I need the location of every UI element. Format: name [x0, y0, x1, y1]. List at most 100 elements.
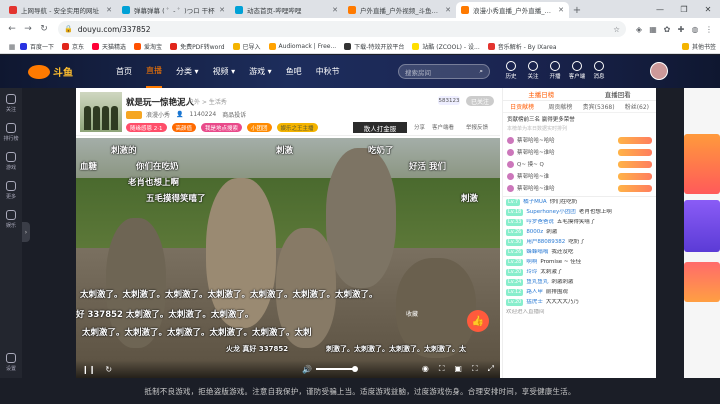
close-icon[interactable]: ✕ — [332, 6, 338, 14]
rank-row[interactable]: Q~ 摸~ Q — [503, 158, 656, 170]
chat-username[interactable]: Superhoney小团团 — [526, 209, 576, 216]
bookmark-item[interactable]: 百度一下 — [20, 42, 54, 51]
room-tag[interactable]: 小团团 — [247, 123, 272, 132]
bookmark-item[interactable]: 音乐解析 - By IXarea — [487, 42, 557, 51]
history-button[interactable]: 历史 — [500, 61, 522, 80]
rank-row[interactable]: 蔡邨哈哈~哈哈 — [503, 134, 656, 146]
broadcast-button[interactable]: 开播 — [544, 61, 566, 80]
thumbs-up-icon[interactable]: 👍 — [467, 310, 489, 332]
bookmark-item[interactable]: 站酷 (ZCOOL) - 设... — [412, 42, 480, 51]
new-tab-button[interactable]: + — [569, 2, 585, 18]
bookmark-star-icon[interactable]: ☆ — [613, 25, 620, 34]
bookmark-item[interactable]: Audiomack | Free... — [268, 43, 336, 50]
fullscreen-icon[interactable]: ⤢ — [488, 364, 494, 374]
bookmark-item[interactable]: 天猫精选 — [92, 42, 126, 51]
message-button[interactable]: 消息 — [588, 61, 610, 80]
browser-tab-active[interactable]: 浪漫小秀直播_户外直播_户外 ✕ — [456, 2, 569, 18]
search-icon[interactable]: ⌕ — [479, 67, 483, 76]
theater-icon[interactable]: ⛶ — [472, 364, 478, 374]
chat-username[interactable]: 哼罗爸爸说 — [526, 219, 554, 226]
extension-icon[interactable]: ▦ — [646, 22, 660, 36]
collect-button[interactable]: 收藏 — [406, 309, 418, 318]
video-player[interactable]: 刺激的 刺激 吃奶了 你们在吃奶 血糖 老肖也想上啊 好活 我们 五毛摸得笑嘻了… — [76, 138, 500, 378]
volume-slider[interactable] — [316, 366, 359, 372]
nav-midautumn[interactable]: 中秋节 — [316, 55, 340, 88]
user-avatar[interactable] — [650, 62, 668, 80]
pause-icon[interactable]: ❙❙ — [82, 365, 95, 374]
chat-username[interactable]: 蜂蜂嗡嗡 — [526, 249, 548, 256]
room-cover[interactable] — [80, 92, 122, 132]
maximize-icon[interactable]: ❐ — [672, 0, 696, 18]
search-input[interactable]: 搜索房间 ⌕ — [398, 64, 490, 79]
promo-banner[interactable] — [684, 134, 720, 194]
bookmark-folder[interactable]: 已导入 — [232, 42, 261, 51]
apps-icon[interactable]: ▦ — [4, 40, 20, 53]
bookmark-item[interactable]: 下载-特效开放平台 — [344, 42, 404, 51]
rank-row[interactable]: 蔡邨哈哈~谁哈 — [503, 182, 656, 194]
url-field[interactable]: 🔒 douyu.com/337852 ☆ — [58, 21, 626, 37]
close-icon[interactable]: ✕ — [558, 6, 564, 14]
volume-icon[interactable]: 🔊 — [302, 365, 312, 374]
anchor-name[interactable]: 浪漫小秀 — [146, 110, 170, 119]
chat-username[interactable]: 啊啊 — [526, 259, 537, 266]
chat-username[interactable]: 路人甲 — [526, 289, 543, 296]
nav-category[interactable]: 分类 ▾ — [176, 55, 199, 88]
tab-week-contrib[interactable]: 周贡献榜 — [541, 102, 579, 111]
game-promo-button[interactable]: 散人打金服 — [353, 122, 407, 133]
browser-tab[interactable]: 弹幕弹幕 ( ゜- ゜)つロ 干杯 ✕ — [117, 2, 230, 18]
tab-replay[interactable]: 直播回看 — [580, 89, 657, 99]
refresh-icon[interactable]: ↻ — [105, 365, 112, 374]
room-tag[interactable]: 随缘感恩 2·1 — [126, 123, 167, 132]
close-icon[interactable]: ✕ — [445, 6, 451, 14]
bookmark-item[interactable]: 爱淘宝 — [134, 42, 162, 51]
rank-row[interactable]: 蔡邨哈哈~谁 — [503, 170, 656, 182]
share-button[interactable]: 分享 — [414, 123, 425, 131]
forward-icon[interactable]: → — [20, 21, 36, 37]
extension-icon[interactable]: ✚ — [674, 22, 688, 36]
client-button[interactable]: 客户端 — [566, 61, 588, 80]
tab-vip[interactable]: 贵宾(5368) — [580, 102, 618, 111]
nav-home[interactable]: 首页 — [116, 55, 132, 88]
browser-tab[interactable]: 上网导航 - 安全实用的网址 ✕ — [4, 2, 117, 18]
room-tag[interactable]: 高颜值 — [171, 123, 197, 132]
promo-banner[interactable] — [684, 262, 720, 302]
pip-icon[interactable]: ▣ — [454, 364, 462, 374]
chat-username[interactable]: 橘子MUA — [523, 199, 547, 206]
sidebar-item-fun[interactable]: 娱乐 — [5, 210, 16, 229]
follow-button[interactable]: 已关注 — [466, 96, 494, 106]
browser-tab[interactable]: 动态首页-哔哩哔哩 ✕ — [230, 2, 343, 18]
webfull-icon[interactable]: ⛶ — [439, 364, 445, 374]
menu-icon[interactable]: ⋮ — [702, 22, 716, 36]
sidebar-item-more[interactable]: 更多 — [5, 181, 16, 200]
report-button[interactable]: 举报反馈 — [466, 123, 488, 131]
site-logo[interactable]: 斗鱼 — [28, 59, 108, 85]
profile-icon[interactable]: ◍ — [688, 22, 702, 36]
room-tag[interactable]: 我是地点搜索 — [201, 123, 243, 132]
tab-daily-rank[interactable]: 主播日榜 — [503, 89, 580, 99]
sidebar-item-follow[interactable]: 关注 — [5, 94, 16, 113]
chat-username[interactable]: 玲玲 — [526, 269, 537, 276]
report-link[interactable]: 商品投诉 — [222, 110, 246, 119]
rank-row[interactable]: 蔡邨哈哈~谁哈 — [503, 146, 656, 158]
danmu-toggle-icon[interactable]: ◉ — [422, 364, 429, 374]
extension-icon[interactable]: ✿ — [660, 22, 674, 36]
minimize-icon[interactable]: — — [648, 0, 672, 18]
back-icon[interactable]: ← — [4, 21, 20, 37]
sidebar-item-rank[interactable]: 排行榜 — [3, 123, 19, 142]
client-watch-button[interactable]: 客户端看 — [432, 123, 454, 131]
chat-username[interactable]: 8000z — [526, 229, 543, 236]
sidebar-item-settings[interactable]: 设置 — [5, 353, 16, 372]
browser-tab[interactable]: 户外直播_户外视频_斗鱼直播 ✕ — [343, 2, 456, 18]
sidebar-item-game[interactable]: 游戏 — [5, 152, 16, 171]
close-window-icon[interactable]: ✕ — [696, 0, 720, 18]
sidebar-collapse-icon[interactable]: › — [22, 222, 30, 242]
bookmark-item[interactable]: 免费PDF转word — [170, 42, 225, 51]
room-tag[interactable]: 娱乐之王主播 — [276, 123, 318, 132]
tab-fans[interactable]: 粉丝(62) — [618, 102, 656, 111]
chat-username[interactable]: 猛虎士 — [526, 299, 543, 306]
nav-game[interactable]: 游戏 ▾ — [249, 55, 272, 88]
nav-video[interactable]: 视频 ▾ — [213, 55, 236, 88]
follow-button[interactable]: 关注 — [522, 61, 544, 80]
other-bookmarks[interactable]: 其他书签 — [681, 42, 716, 51]
nav-fishbar[interactable]: 鱼吧 — [286, 55, 302, 88]
